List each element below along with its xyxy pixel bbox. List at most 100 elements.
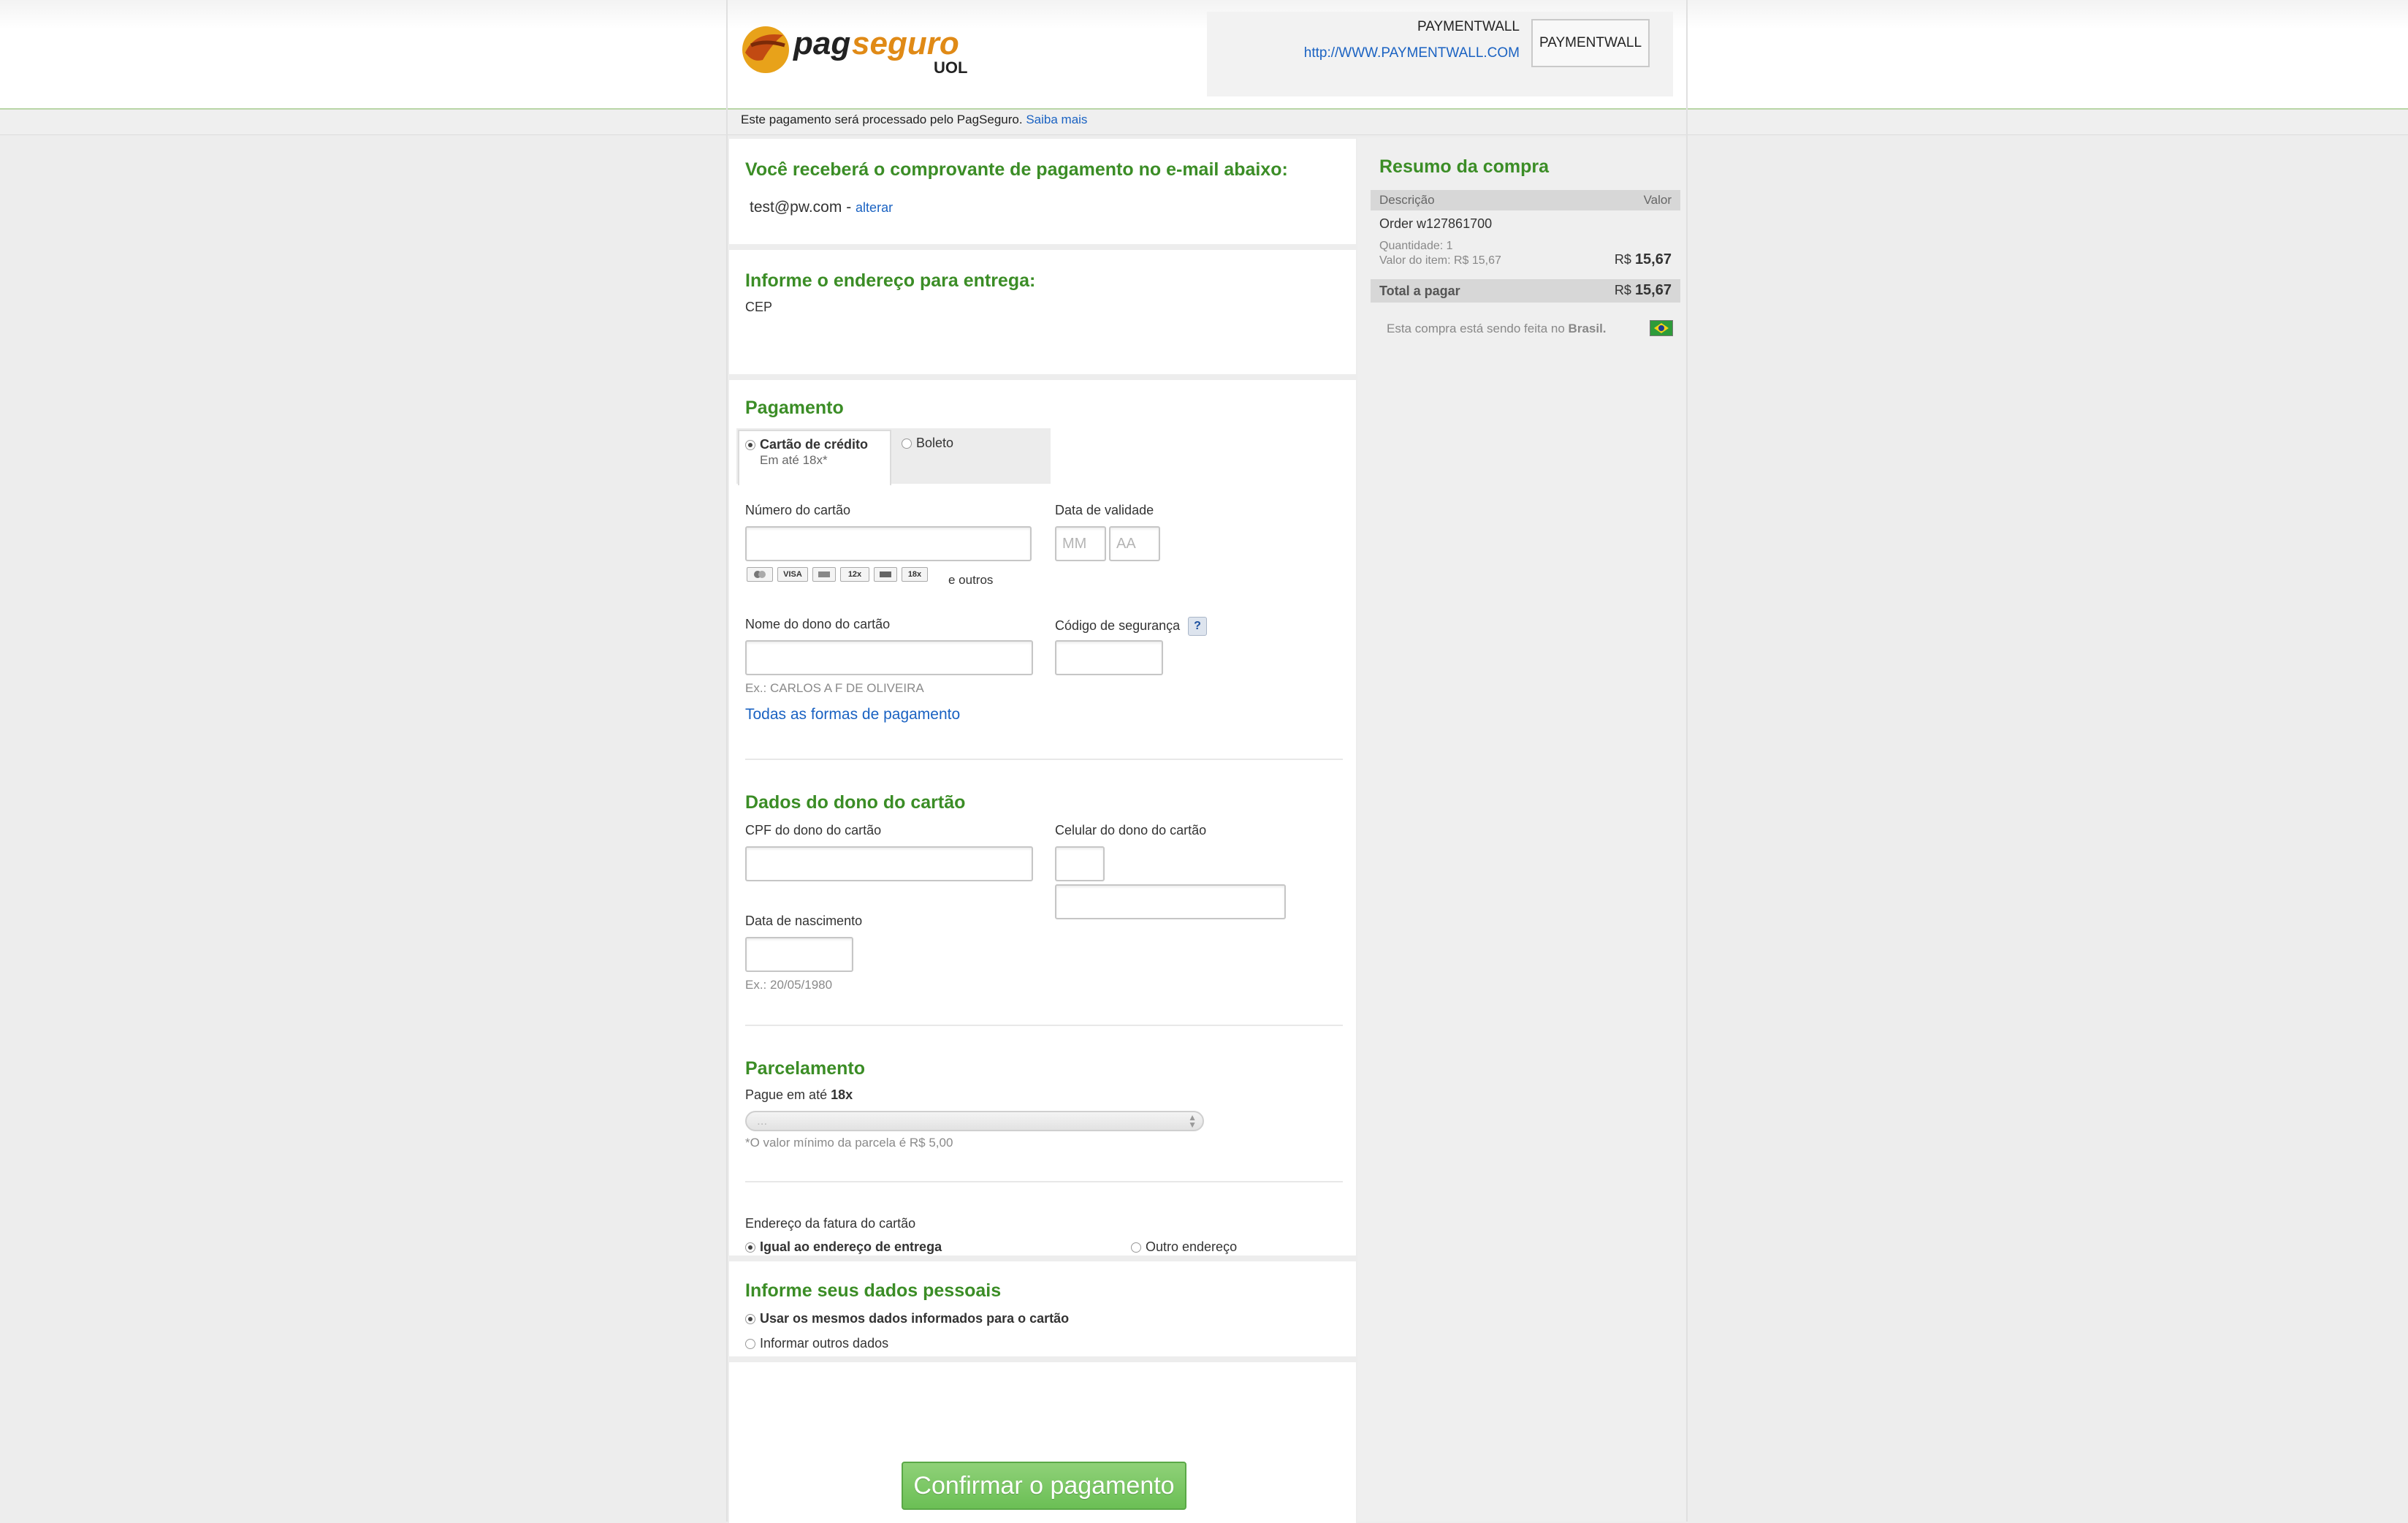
summary-total-currency: R$	[1614, 283, 1631, 297]
diners-icon	[874, 567, 897, 582]
security-code-input[interactable]	[1055, 640, 1163, 675]
address-section-title: Informe o endereço para entrega:	[745, 270, 1036, 291]
expiry-month-input[interactable]	[1055, 526, 1106, 561]
summary-amount-line: R$ 15,67	[1615, 251, 1672, 268]
processing-notice: Este pagamento será processado pelo PagS…	[741, 113, 1087, 127]
merchant-box: PAYMENTWALL http://WWW.PAYMENTWALL.COM P…	[1207, 12, 1673, 96]
personal-other-label[interactable]: Informar outros dados	[760, 1336, 888, 1351]
header: pag seguro UOL PAYMENTWALL http://WWW.PA…	[726, 0, 1688, 108]
pay-up-to-label: Pague em até	[745, 1087, 828, 1102]
email-card: Você receberá o comprovante de pagamento…	[729, 139, 1356, 244]
security-code-label: Código de segurança	[1055, 618, 1181, 633]
amex-icon	[812, 567, 836, 582]
installments-note: *O valor mínimo da parcela é R$ 5,00	[745, 1136, 953, 1150]
birth-hint: Ex.: 20/05/1980	[745, 978, 833, 992]
summary-country-name: Brasil.	[1568, 322, 1607, 335]
address-card: Informe o endereço para entrega: CEP	[729, 250, 1356, 469]
pay-up-to-value: 18x	[831, 1087, 853, 1102]
card-number-input[interactable]	[745, 526, 1032, 561]
phone-label: Celular do dono do cartão	[1055, 823, 1207, 838]
divider	[745, 1181, 1343, 1182]
svg-text:seguro: seguro	[852, 26, 959, 61]
holder-name-input[interactable]	[745, 640, 1033, 675]
summary-item-value: Valor do item: R$ 15,67	[1379, 254, 1501, 267]
personal-same-radio[interactable]	[745, 1314, 755, 1324]
summary-col-value: Valor	[1643, 193, 1672, 207]
payment-section-title: Pagamento	[745, 398, 844, 418]
phone-area-input[interactable]	[1055, 846, 1105, 881]
summary-total-line: R$ 15,67	[1615, 282, 1672, 299]
billing-other-label[interactable]: Outro endereço	[1146, 1239, 1237, 1255]
installments-select-value: ...	[757, 1114, 768, 1128]
personal-same-label[interactable]: Usar os mesmos dados informados para o c…	[760, 1311, 1069, 1326]
personal-section-title: Informe seus dados pessoais	[745, 1280, 1002, 1301]
billing-same-label[interactable]: Igual ao endereço de entrega	[760, 1239, 942, 1255]
divider	[745, 759, 1343, 760]
billing-same-radio[interactable]	[745, 1242, 755, 1253]
email-separator: -	[846, 199, 852, 216]
holder-name-label: Nome do dono do cartão	[745, 617, 891, 631]
notice-text: Este pagamento será processado pelo PagS…	[741, 113, 1023, 126]
cep-label: CEP	[745, 300, 773, 314]
merchant-name: PAYMENTWALL	[1417, 19, 1520, 34]
change-email-link[interactable]: alterar	[856, 200, 893, 215]
email-line: test@pw.com - alterar	[750, 199, 893, 216]
summary-title: Resumo da compra	[1379, 156, 1550, 177]
brazil-flag-icon	[1650, 320, 1673, 336]
payment-card: Pagamento Cartão de crédito Em até 18x* …	[729, 380, 1356, 1256]
installments-12x-icon: 12x	[840, 567, 869, 582]
svg-text:pag: pag	[793, 26, 850, 61]
learn-more-link[interactable]: Saiba mais	[1026, 113, 1087, 126]
all-payment-methods-link[interactable]: Todas as formas de pagamento	[745, 706, 960, 723]
tab-boleto[interactable]: Boleto	[894, 430, 1048, 481]
cpf-label: CPF do dono do cartão	[745, 823, 882, 838]
pagseguro-logo: pag seguro UOL	[741, 20, 989, 79]
purchase-summary: Resumo da compra Descrição Valor Order w…	[1357, 137, 1686, 1522]
select-arrows-icon: ▲ ▼	[1188, 1112, 1197, 1130]
expiry-label: Data de validade	[1055, 503, 1154, 517]
summary-total-label: Total a pagar	[1379, 284, 1460, 298]
phone-number-input[interactable]	[1055, 884, 1286, 919]
personal-card: Informe seus dados pessoais Usar os mesm…	[729, 1261, 1356, 1356]
installments-18x-icon: 18x	[902, 567, 928, 582]
holder-name-hint: Ex.: CARLOS A F DE OLIVEIRA	[745, 681, 924, 695]
merchant-url-link[interactable]: http://WWW.PAYMENTWALL.COM	[1304, 45, 1520, 61]
summary-table-header: Descrição Valor	[1371, 190, 1680, 210]
birth-label: Data de nascimento	[745, 914, 863, 928]
billing-address-label: Endereço da fatura do cartão	[745, 1216, 916, 1231]
more-brands-text: e outros	[948, 573, 994, 587]
installments-select[interactable]: ... ▲ ▼	[745, 1111, 1204, 1131]
expiry-year-input[interactable]	[1109, 526, 1160, 561]
summary-currency: R$	[1614, 252, 1631, 267]
email-section-title: Você receberá o comprovante de pagamento…	[745, 159, 1288, 180]
boleto-tab-label: Boleto	[916, 436, 954, 450]
card-number-label: Número do cartão	[745, 503, 851, 517]
visa-icon: VISA	[777, 567, 808, 582]
boleto-radio[interactable]	[902, 438, 912, 449]
security-help-icon[interactable]: ?	[1188, 617, 1207, 636]
summary-col-description: Descrição	[1379, 193, 1435, 207]
merchant-logo: PAYMENTWALL	[1531, 19, 1650, 67]
credit-card-tab-label: Cartão de crédito	[760, 437, 869, 452]
mastercard-icon	[747, 567, 773, 582]
summary-total-amount: 15,67	[1634, 282, 1672, 298]
svg-text:UOL: UOL	[934, 58, 967, 77]
birth-date-input[interactable]	[745, 937, 853, 972]
email-value: test@pw.com	[750, 199, 842, 216]
cpf-input[interactable]	[745, 846, 1033, 881]
holder-section-title: Dados do dono do cartão	[745, 792, 966, 813]
tab-credit-card[interactable]: Cartão de crédito Em até 18x*	[738, 430, 891, 485]
summary-order: Order w127861700	[1379, 216, 1493, 231]
summary-total-row: Total a pagar R$ 15,67	[1371, 279, 1680, 303]
pay-up-to-line: Pague em até 18x	[745, 1087, 853, 1103]
billing-other-radio[interactable]	[1131, 1242, 1141, 1253]
summary-country-line: Esta compra está sendo feita no Brasil.	[1387, 322, 1607, 336]
divider	[745, 1025, 1343, 1026]
confirm-payment-button[interactable]: Confirmar o pagamento	[902, 1462, 1186, 1510]
summary-amount: 15,67	[1634, 251, 1672, 267]
credit-card-radio[interactable]	[745, 440, 755, 450]
card-brand-icons: VISA 12x 18x	[747, 567, 928, 582]
summary-quantity: Quantidade: 1	[1379, 240, 1453, 252]
personal-other-radio[interactable]	[745, 1339, 755, 1349]
credit-card-tab-sublabel: Em até 18x*	[760, 453, 828, 467]
